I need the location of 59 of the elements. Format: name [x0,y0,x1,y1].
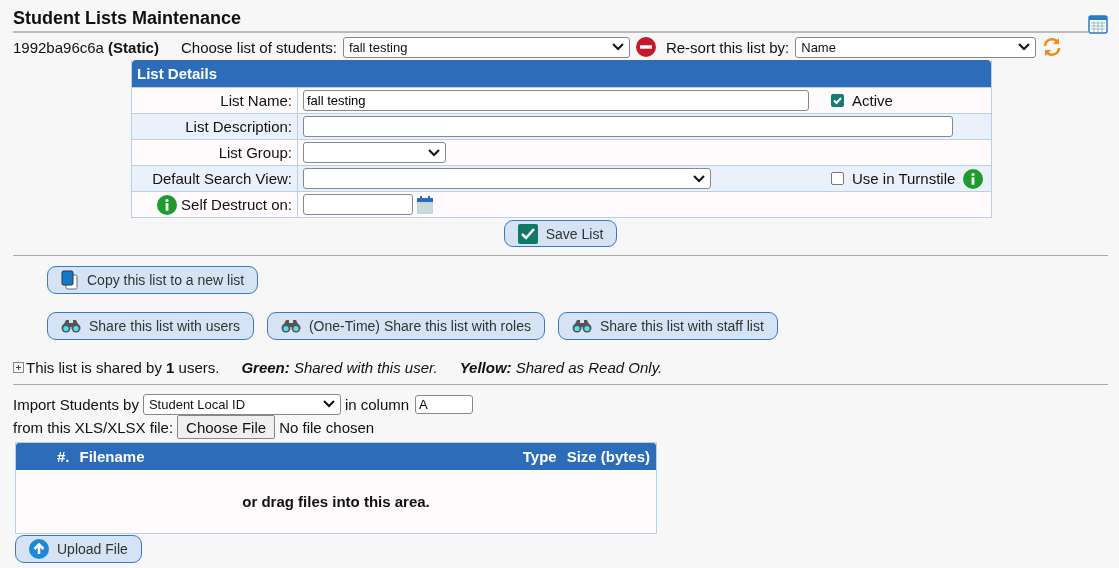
caret-icon [322,400,335,408]
column-header: Size (bytes) [566,448,650,465]
binoculars-icon [571,319,592,333]
field-label: Self Destruct on: [181,196,292,213]
dropdown[interactable] [303,142,446,163]
legend-text: Green: Shared with this user. [241,358,438,376]
column-header: Filename [79,448,146,465]
page-title: Student Lists Maintenance [13,8,1088,33]
field-label: List Group: [218,144,292,161]
list-dropdown[interactable]: fall testing [342,36,630,58]
panel-header: List Details [132,60,991,87]
field-label: List Description: [185,118,292,135]
checkbox-label: Active [852,92,893,109]
file-status: No file chosen [279,418,375,436]
refresh-icon[interactable] [1042,37,1063,57]
column-header: Type [522,448,557,465]
import-label: Import Students by [13,395,139,413]
choose-file-button[interactable]: Choose File [177,415,276,439]
file-label: from this XLS/XLSX file: [13,418,174,436]
delete-icon[interactable] [635,37,656,57]
calendar-icon[interactable] [1088,14,1108,34]
checkbox[interactable] [831,172,844,185]
field-label: List Name: [220,92,292,109]
choose-list-label: Choose list of students: [180,38,337,56]
upload-button[interactable]: Upload File [15,535,142,563]
legend-text: Yellow: Shared as Read Only. [459,358,663,376]
share-button[interactable]: Share this list with users [47,312,254,340]
save-button[interactable]: Save List [503,220,618,247]
column-label: in column [344,395,410,413]
copy-icon [61,270,79,290]
resort-label: Re-sort this list by: [665,38,790,56]
caret-icon [611,43,624,51]
checkbox[interactable] [831,94,844,107]
shared-count-text: This list is shared by 1 users. [26,358,220,376]
field-label: Default Search View: [152,170,292,187]
expand-icon[interactable] [13,361,24,373]
caret-icon [428,148,440,157]
share-button[interactable]: (One-Time) Share this list with roles [266,312,545,340]
column-field[interactable]: A [415,394,474,414]
caret-icon [693,174,705,183]
calendar-icon[interactable] [416,194,434,215]
drop-zone[interactable]: or drag files into this area. [16,470,656,533]
copy-button[interactable]: Copy this list to a new list [47,266,259,294]
binoculars-icon [61,319,81,333]
share-button[interactable]: Share this list with staff list [557,312,778,340]
text-field[interactable] [303,116,953,137]
list-id: 1992ba96c6a (Static) [13,38,159,56]
info-icon[interactable] [963,168,984,189]
text-field[interactable]: fall testing [303,90,809,111]
date-field[interactable] [303,194,413,215]
import-by-dropdown[interactable]: Student Local ID [142,393,341,415]
dropdown[interactable] [303,168,711,189]
checkbox-label: Use in Turnstile [852,170,956,187]
column-header: #. [57,448,70,465]
binoculars-icon [280,319,301,333]
caret-icon [1018,43,1031,51]
info-icon[interactable] [157,194,178,215]
checkmark-icon [517,223,538,244]
sort-dropdown[interactable]: Name [795,36,1037,58]
